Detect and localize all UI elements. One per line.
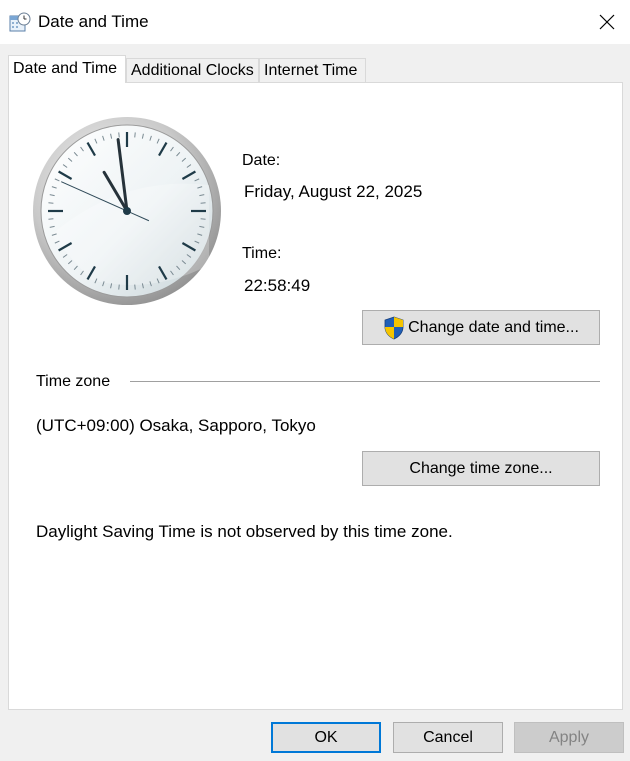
change-date-time-button[interactable]: Change date and time... (362, 310, 600, 345)
tab-date-and-time[interactable]: Date and Time (8, 55, 126, 83)
clock-minute-tick (118, 284, 120, 290)
time-zone-section-label: Time zone (36, 373, 111, 390)
clock-minute-tick (48, 202, 54, 204)
time-label: Time: (242, 245, 282, 262)
clock-minute-tick (200, 218, 206, 220)
calendar-clock-icon (9, 12, 31, 34)
window-title: Date and Time (38, 12, 149, 31)
change-time-zone-button[interactable]: Change time zone... (362, 451, 600, 486)
time-zone-divider (130, 381, 600, 382)
close-button[interactable] (584, 0, 630, 44)
date-label: Date: (242, 152, 281, 169)
clock-center (123, 207, 131, 215)
clock-minute-tick (118, 132, 120, 138)
apply-button[interactable]: Apply (514, 722, 624, 753)
ok-button[interactable]: OK (271, 722, 381, 753)
clock-minute-tick (48, 218, 54, 220)
clock-minute-tick (134, 132, 136, 138)
analog-clock (33, 117, 221, 305)
tab-internet-time[interactable]: Internet Time (259, 58, 366, 82)
clock-minute-tick (200, 202, 206, 204)
clock-minute-tick (134, 284, 136, 290)
title-bar: Date and Time (0, 0, 630, 44)
time-zone-value: (UTC+09:00) Osaka, Sapporo, Tokyo (36, 416, 316, 435)
time-value: 22:58:49 (244, 276, 311, 295)
cancel-button[interactable]: Cancel (393, 722, 503, 753)
tab-additional-clocks[interactable]: Additional Clocks (126, 58, 259, 82)
uac-shield-icon (384, 316, 404, 339)
date-value: Friday, August 22, 2025 (244, 182, 423, 201)
dst-note: Daylight Saving Time is not observed by … (36, 522, 453, 541)
close-icon (599, 14, 615, 30)
tab-panel: Date: Friday, August 22, 2025 Time: 22:5… (8, 82, 623, 710)
change-date-time-label: Change date and time... (408, 318, 579, 336)
